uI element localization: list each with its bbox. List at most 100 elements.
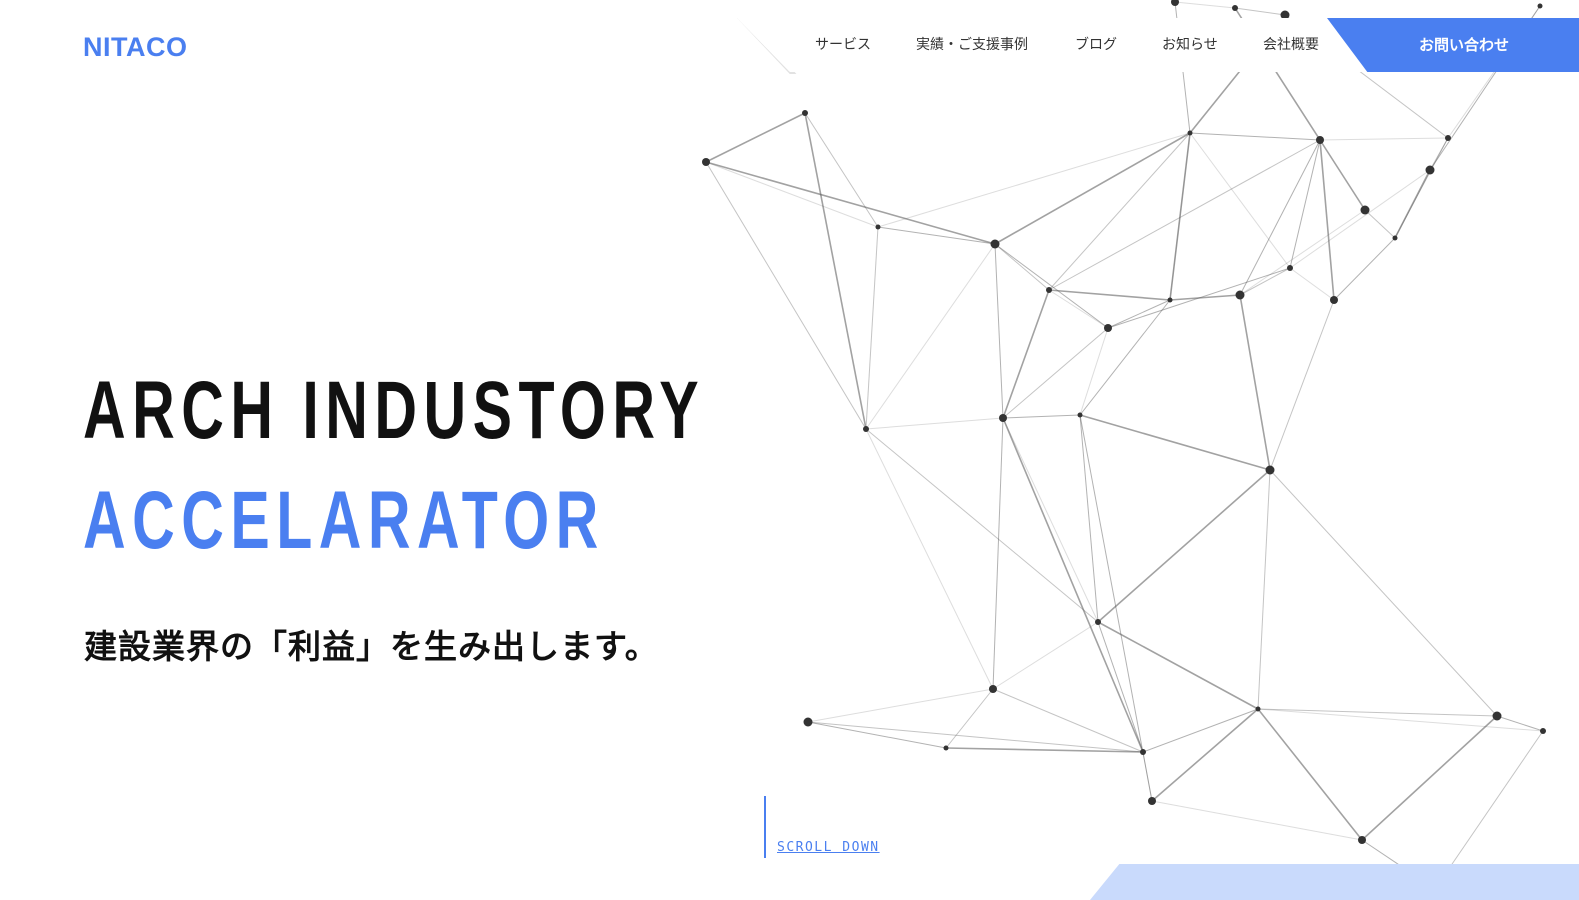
network-node [1265,465,1275,475]
network-edge [1079,414,1153,802]
scroll-down-link[interactable]: SCROLL DOWN [777,840,880,855]
network-edge [1239,294,1271,471]
network-edge [994,243,1050,291]
network-edge [994,243,1004,419]
network-edge [1239,209,1366,296]
network-edge [1097,621,1144,753]
network-edge [1289,169,1431,269]
nav-item-blog[interactable]: ブログ [1075,34,1117,54]
network-edge [1319,137,1449,141]
network-edge [994,132,1191,245]
network-node [803,717,813,727]
hero-headline-line-1: ARCH INDUSTORY [83,365,706,456]
network-edge [877,132,1191,228]
network-edge [1289,267,1335,301]
network-edge [1289,139,1321,269]
network-edge [807,721,947,749]
network-edge [807,721,1144,753]
footer-accent-band [1090,864,1579,900]
network-edge [1319,139,1335,301]
network-node [1104,324,1112,332]
network-edge [1107,299,1171,329]
network-node [1537,3,1543,9]
network-edge [945,688,994,749]
network-node [1255,706,1261,712]
network-edge [865,226,879,430]
network-edge [1333,237,1396,301]
network-node [1492,711,1502,721]
network-node [1140,749,1146,755]
network-node [999,414,1007,422]
network-edge [1097,621,1259,710]
network-edge [1361,715,1498,841]
network-node [1232,5,1238,11]
network-edge [877,226,996,245]
network-edge [1174,1,1236,9]
network-node [1287,265,1293,271]
network-edge [1364,209,1396,239]
network-node [1046,287,1052,293]
network-edge [1048,289,1171,301]
nav-item-news[interactable]: お知らせ [1162,34,1218,54]
network-edge [1269,299,1335,471]
network-edge [1048,132,1191,291]
network-edge [705,161,996,245]
hero-headline-line-2: ACCELARATOR [83,475,605,566]
network-edge [705,161,867,430]
network-edge [1079,327,1109,416]
network-edge [1048,139,1321,291]
network-node [1445,135,1451,141]
network-edge [1169,132,1191,301]
network-edge [1002,417,1099,623]
network-edge [1189,132,1321,141]
network-edge [1079,414,1271,471]
nav-item-company[interactable]: 会社概要 [1263,34,1319,54]
network-edge [1257,469,1271,710]
network-node [1540,728,1546,734]
network-node [1316,136,1324,144]
network-edge [865,243,996,430]
nav-item-case-studies[interactable]: 実績・ご支援事例 [916,34,1028,54]
network-edge [1319,139,1366,211]
network-edge [807,688,994,723]
network-node [1358,836,1366,844]
network-node [1330,296,1338,304]
network-node [1187,130,1193,136]
network-edge [1394,137,1449,239]
network-edge [705,112,806,163]
network-node [943,745,949,751]
network-node [875,224,881,230]
network-node [1360,205,1370,215]
network-edge [992,621,1099,690]
network-node [990,239,1000,249]
scroll-indicator-line [764,796,766,858]
network-edge [1234,7,1286,16]
network-edge [1257,708,1544,732]
network-edge [1079,414,1099,623]
network-edge [1269,469,1498,717]
network-edge [1107,267,1291,329]
network-node [863,426,869,432]
network-edge [1048,289,1109,329]
network-node [1235,290,1245,300]
logo[interactable]: NITACO [83,32,188,63]
network-edge [865,428,994,690]
network-edge [865,417,1004,430]
network-node [1425,165,1435,175]
network-edge [865,428,1099,623]
network-node [802,110,808,116]
network-edge [994,243,1109,329]
nav-item-services[interactable]: サービス [815,34,871,54]
network-edge [705,161,879,228]
network-edge [1142,708,1259,753]
network-node [1095,619,1101,625]
network-edge [945,747,1144,753]
network-node [702,158,710,166]
contact-button[interactable]: お問い合わせ [1327,18,1579,72]
network-edge [1257,708,1498,717]
network-edge [1097,469,1271,623]
network-node [1392,235,1398,241]
network-edge [1257,708,1363,841]
network-node [1171,0,1179,6]
network-edge [1151,708,1259,802]
